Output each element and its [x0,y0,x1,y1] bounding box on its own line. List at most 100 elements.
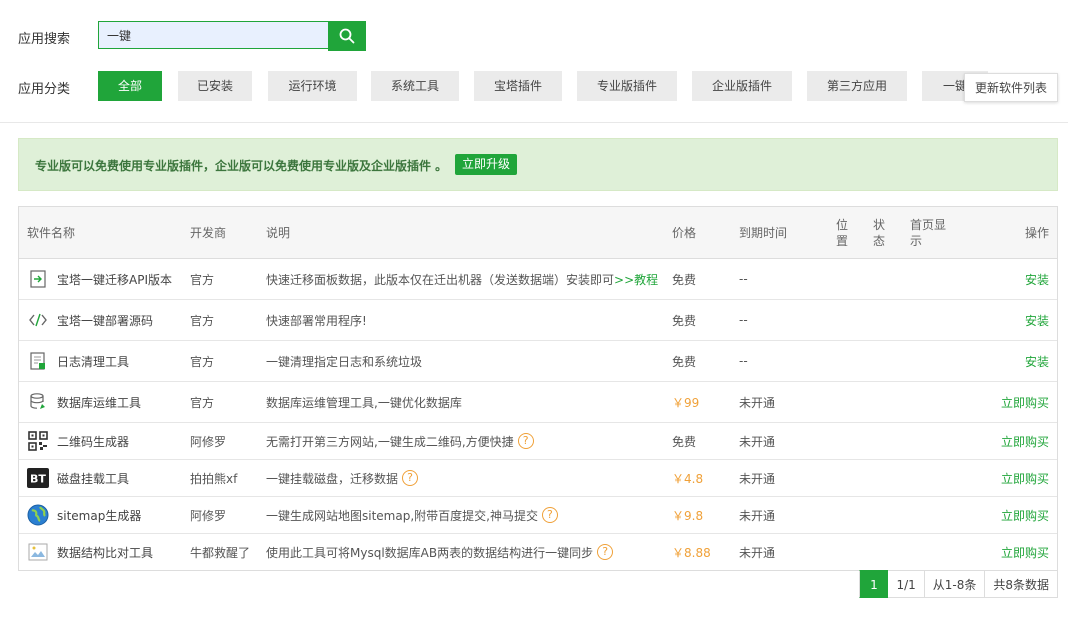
developer: 官方 [190,313,215,328]
developer: 官方 [190,395,215,410]
software-name: 宝塔一键部署源码 [57,313,154,328]
col-status: 状态 [873,217,885,249]
developer: 阿修罗 [190,434,227,449]
description-text: 一键生成网站地图sitemap,附带百度提交,神马提交 [266,508,538,523]
col-homepage-line2: 示 [910,234,923,248]
buy-now-button[interactable]: 立即购买 [1001,382,1049,422]
price: ￥8.88 [672,545,711,560]
bt-disk-icon: BT [27,460,49,496]
col-status-line2: 态 [873,234,886,248]
upgrade-button[interactable]: 立即升级 [455,154,518,175]
table-row: 宝塔一键部署源码 官方 快速部署常用程序! 免费 -- 安装 [19,300,1057,341]
description-text: 快速迁移面板数据，此版本仅在迁出机器（发送数据端）安装即可 [266,272,615,287]
toolbar: 应用搜索 应用分类 全部 已安装 运行环境 系统工具 宝塔插件 专业版插件 企业… [0,0,1068,123]
expire-time: 未开通 [739,508,776,523]
description: 快速部署常用程序! [266,313,367,328]
description: 一键生成网站地图sitemap,附带百度提交,神马提交? [266,497,558,533]
table-row: 宝塔一键迁移API版本 官方 快速迁移面板数据，此版本仅在迁出机器（发送数据端）… [19,259,1057,300]
expire-time: 未开通 [739,471,776,486]
developer: 牛都救醒了 [190,545,251,560]
software-name: 宝塔一键迁移API版本 [57,272,172,287]
install-button[interactable]: 安装 [1025,341,1049,381]
expire-time: 未开通 [739,434,776,449]
install-button[interactable]: 安装 [1025,259,1049,299]
description-text: 使用此工具可将Mysql数据库AB两表的数据结构进行一键同步 [266,545,594,560]
page-total: 1/1 [888,570,925,598]
price: 免费 [672,434,697,449]
table-row: 日志清理工具 官方 一键清理指定日志和系统垃圾 免费 -- 安装 [19,341,1057,382]
table-row: 数据结构比对工具 牛都救醒了 使用此工具可将Mysql数据库AB两表的数据结构进… [19,534,1057,570]
col-homepage-line1: 首页显 [910,218,947,232]
col-homepage: 首页显示 [910,217,946,249]
help-icon[interactable]: ? [402,470,419,486]
col-position-line2: 置 [836,234,849,248]
expire-time: -- [739,354,748,368]
software-name: 磁盘挂载工具 [57,471,130,486]
developer: 拍拍熊xf [190,471,238,486]
description: 一键挂载磁盘，迁移数据? [266,460,419,496]
category-runtime[interactable]: 运行环境 [268,71,357,101]
description: 数据库运维管理工具,一键优化数据库 [266,395,462,410]
buy-now-button[interactable]: 立即购买 [1001,460,1049,496]
pagination: 1 1/1 从1-8条 共8条数据 [859,570,1058,598]
software-name: 日志清理工具 [57,354,130,369]
col-description: 说明 [266,226,291,240]
search-button[interactable] [328,21,366,51]
col-actions: 操作 [1024,226,1049,240]
expire-time: 未开通 [739,395,776,410]
category-all[interactable]: 全部 [98,71,162,101]
search-field[interactable] [98,21,366,51]
category-installed[interactable]: 已安装 [178,71,252,101]
page-range: 从1-8条 [924,570,986,598]
developer: 官方 [190,272,215,287]
notice-text: 专业版可以免费使用专业版插件，企业版可以免费使用专业版及企业版插件 。 [35,159,448,173]
search-icon [339,28,355,44]
help-icon[interactable]: ? [541,507,558,523]
col-developer: 开发商 [190,226,227,240]
qrcode-icon [27,423,49,459]
buy-now-button[interactable]: 立即购买 [1001,423,1049,459]
code-icon [27,300,49,340]
table-row: 二维码生成器 阿修罗 无需打开第三方网站,一键生成二维码,方便快捷? 免费 未开… [19,423,1057,460]
col-position-line1: 位 [836,218,849,232]
description-text: 一键挂载磁盘，迁移数据 [266,471,399,486]
price: 免费 [672,313,697,328]
table-header: 软件名称 开发商 说明 价格 到期时间 位置 状态 首页显示 操作 [19,207,1057,259]
category-pro-plugins[interactable]: 专业版插件 [577,71,677,101]
tutorial-link[interactable]: >>教程 [614,271,658,288]
buy-now-button[interactable]: 立即购买 [1001,534,1049,570]
search-label: 应用搜索 [18,32,71,47]
developer: 官方 [190,354,215,369]
category-system-tools[interactable]: 系统工具 [371,71,459,101]
col-position: 位置 [836,217,848,249]
help-icon[interactable]: ? [517,433,534,449]
search-input[interactable] [99,22,329,48]
table-row: sitemap生成器 阿修罗 一键生成网站地图sitemap,附带百度提交,神马… [19,497,1057,534]
software-name: 数据库运维工具 [57,395,142,410]
description: 使用此工具可将Mysql数据库AB两表的数据结构进行一键同步? [266,534,614,570]
software-name: 数据结构比对工具 [57,545,154,560]
software-name: sitemap生成器 [57,508,142,523]
install-button[interactable]: 安装 [1025,300,1049,340]
table-row: BT 磁盘挂载工具 拍拍熊xf 一键挂载磁盘，迁移数据? ￥4.8 未开通 立即… [19,460,1057,497]
expire-time: -- [739,272,748,286]
help-icon[interactable]: ? [597,544,614,560]
refresh-list-button[interactable]: 更新软件列表 [964,73,1058,102]
price: 免费 [672,272,697,287]
price: 免费 [672,354,697,369]
description: 无需打开第三方网站,一键生成二维码,方便快捷? [266,423,534,459]
category-enterprise-plugins[interactable]: 企业版插件 [692,71,792,101]
category-label: 应用分类 [18,82,71,97]
price: ￥99 [672,395,700,410]
category-third-party[interactable]: 第三方应用 [807,71,907,101]
page-current[interactable]: 1 [859,570,889,598]
buy-now-button[interactable]: 立即购买 [1001,497,1049,533]
category-bt-plugins[interactable]: 宝塔插件 [474,71,562,101]
log-clean-icon [27,341,49,381]
developer: 阿修罗 [190,508,227,523]
description: 快速迁移面板数据，此版本仅在迁出机器（发送数据端）安装即可 >>教程 [266,259,658,299]
globe-icon [27,497,49,533]
col-name: 软件名称 [27,226,76,240]
page-count: 共8条数据 [985,570,1058,598]
database-icon [27,382,49,422]
